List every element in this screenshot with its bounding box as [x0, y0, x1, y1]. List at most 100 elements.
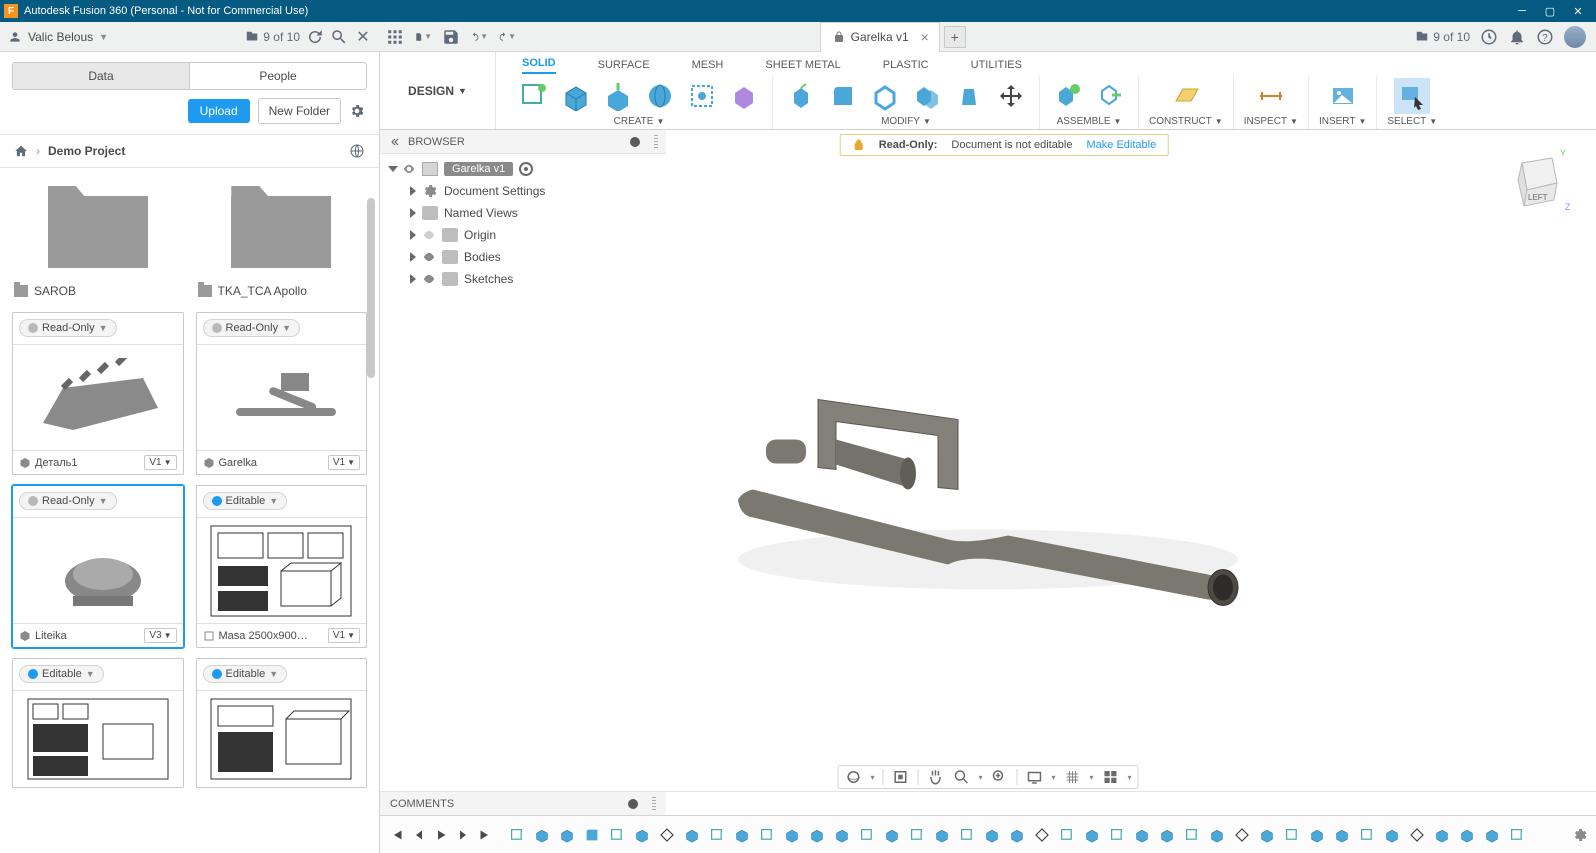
group-label-assemble[interactable]: ASSEMBLE▼ [1057, 116, 1122, 127]
timeline-play-icon[interactable] [432, 826, 450, 844]
browser-pin-icon[interactable] [630, 137, 640, 147]
timeline-feature-sketch-icon[interactable] [1106, 824, 1128, 846]
viewcube[interactable]: LEFT Y Z [1502, 148, 1572, 218]
grid-icon[interactable] [386, 28, 404, 46]
expand-icon[interactable] [410, 208, 416, 218]
tree-item[interactable]: Document Settings [380, 180, 666, 202]
timeline-last-icon[interactable] [476, 826, 494, 844]
make-editable-link[interactable]: Make Editable [1086, 139, 1156, 151]
hole-icon[interactable] [684, 78, 720, 114]
pan-icon[interactable] [926, 768, 944, 786]
help-icon[interactable]: ? [1536, 28, 1554, 46]
model-viewport[interactable] [708, 339, 1268, 644]
save-icon[interactable] [442, 28, 460, 46]
construct-plane-icon[interactable] [1168, 78, 1204, 114]
timeline-next-icon[interactable] [454, 826, 472, 844]
select-icon[interactable] [1394, 78, 1430, 114]
extrude-icon[interactable] [600, 78, 636, 114]
status-badge[interactable]: Read-Only▼ [203, 319, 301, 337]
undo-icon[interactable]: ▼ [470, 28, 488, 46]
ribbon-tab-utilities[interactable]: UTILITIES [971, 59, 1022, 74]
timeline-feature-box-icon[interactable] [1456, 824, 1478, 846]
expand-icon[interactable] [410, 186, 416, 196]
group-label-select[interactable]: SELECT▼ [1387, 116, 1437, 127]
folder-card[interactable]: SAROB [12, 178, 184, 302]
box-icon[interactable] [558, 78, 594, 114]
activate-component-icon[interactable] [519, 162, 533, 176]
timeline-feature-box-icon[interactable] [1006, 824, 1028, 846]
form-icon[interactable] [726, 78, 762, 114]
refresh-icon[interactable] [306, 28, 324, 46]
version-badge[interactable]: V1▼ [328, 455, 360, 470]
timeline-feature-box-icon[interactable] [1381, 824, 1403, 846]
browser-collapse-icon[interactable] [388, 136, 400, 148]
visibility-icon[interactable] [422, 250, 436, 264]
design-card[interactable]: Read-Only▼ LiteikaV3▼ [12, 485, 184, 648]
status-badge[interactable]: Read-Only▼ [19, 319, 117, 337]
timeline-feature-sketch-icon[interactable] [1356, 824, 1378, 846]
design-card[interactable]: Read-Only▼ Деталь1V1▼ [12, 312, 184, 475]
status-badge[interactable]: Read-Only▼ [19, 492, 117, 510]
ribbon-tab-mesh[interactable]: MESH [692, 59, 724, 74]
timeline-feature-box-icon[interactable] [1156, 824, 1178, 846]
browser-grip-icon[interactable] [654, 135, 658, 149]
move-icon[interactable] [993, 78, 1029, 114]
timeline-feature-box-icon[interactable] [931, 824, 953, 846]
timeline-feature-move-icon[interactable] [1406, 824, 1428, 846]
clock-icon[interactable] [1480, 28, 1498, 46]
timeline-feature-box-icon[interactable] [1431, 824, 1453, 846]
timeline-first-icon[interactable] [388, 826, 406, 844]
timeline-feature-move-icon[interactable] [656, 824, 678, 846]
status-badge[interactable]: Editable▼ [203, 665, 288, 683]
status-badge[interactable]: Editable▼ [19, 665, 104, 683]
timeline-feature-box-icon[interactable] [981, 824, 1003, 846]
look-at-icon[interactable] [891, 768, 909, 786]
timeline-feature-box-icon[interactable] [881, 824, 903, 846]
fit-icon[interactable] [990, 768, 1008, 786]
group-label-inspect[interactable]: INSPECT▼ [1244, 116, 1298, 127]
timeline-feature-sketch-icon[interactable] [956, 824, 978, 846]
timeline-feature-box-icon[interactable] [1306, 824, 1328, 846]
timeline-items[interactable] [506, 824, 1566, 846]
timeline-feature-box-icon[interactable] [681, 824, 703, 846]
timeline-feature-box-icon[interactable] [531, 824, 553, 846]
comments-pin-icon[interactable] [628, 799, 638, 809]
combine-icon[interactable] [909, 78, 945, 114]
timeline-feature-sketch-icon[interactable] [506, 824, 528, 846]
group-label-modify[interactable]: MODIFY▼ [881, 116, 931, 127]
timeline-feature-fillet-icon[interactable] [581, 824, 603, 846]
press-pull-icon[interactable] [783, 78, 819, 114]
group-label-create[interactable]: CREATE▼ [614, 116, 665, 127]
tab-data[interactable]: Data [12, 62, 190, 90]
timeline-settings-icon[interactable] [1572, 827, 1588, 843]
revolve-icon[interactable] [642, 78, 678, 114]
ribbon-tab-solid[interactable]: SOLID [522, 57, 556, 74]
timeline-feature-sketch-icon[interactable] [1056, 824, 1078, 846]
viewport-layout-icon[interactable] [1102, 768, 1120, 786]
tab-people[interactable]: People [190, 62, 367, 90]
tree-item[interactable]: Bodies [380, 246, 666, 268]
window-minimize-icon[interactable]: ─ [1508, 1, 1536, 21]
tree-root[interactable]: Garelka v1 [380, 158, 666, 180]
group-label-insert[interactable]: INSERT▼ [1319, 116, 1366, 127]
design-card[interactable]: Read-Only▼ GarelkaV1▼ [196, 312, 368, 475]
sketch-icon[interactable] [516, 78, 552, 114]
timeline-feature-sketch-icon[interactable] [1281, 824, 1303, 846]
job-status-right[interactable]: 9 of 10 [1415, 30, 1470, 44]
timeline-feature-move-icon[interactable] [1231, 824, 1253, 846]
new-folder-button[interactable]: New Folder [258, 98, 341, 124]
expand-icon[interactable] [410, 230, 416, 240]
home-icon[interactable] [14, 144, 28, 158]
user-dropdown-caret-icon[interactable]: ▼ [99, 32, 108, 42]
timeline-feature-box-icon[interactable] [631, 824, 653, 846]
ribbon-tab-plastic[interactable]: PLASTIC [883, 59, 929, 74]
expand-icon[interactable] [410, 252, 416, 262]
timeline-feature-box-icon[interactable] [1331, 824, 1353, 846]
visibility-icon[interactable] [422, 272, 436, 286]
visibility-off-icon[interactable] [422, 228, 436, 242]
timeline-feature-box-icon[interactable] [1206, 824, 1228, 846]
insert-image-icon[interactable] [1325, 78, 1361, 114]
timeline-feature-sketch-icon[interactable] [1506, 824, 1528, 846]
bell-icon[interactable] [1508, 28, 1526, 46]
timeline-feature-box-icon[interactable] [1481, 824, 1503, 846]
